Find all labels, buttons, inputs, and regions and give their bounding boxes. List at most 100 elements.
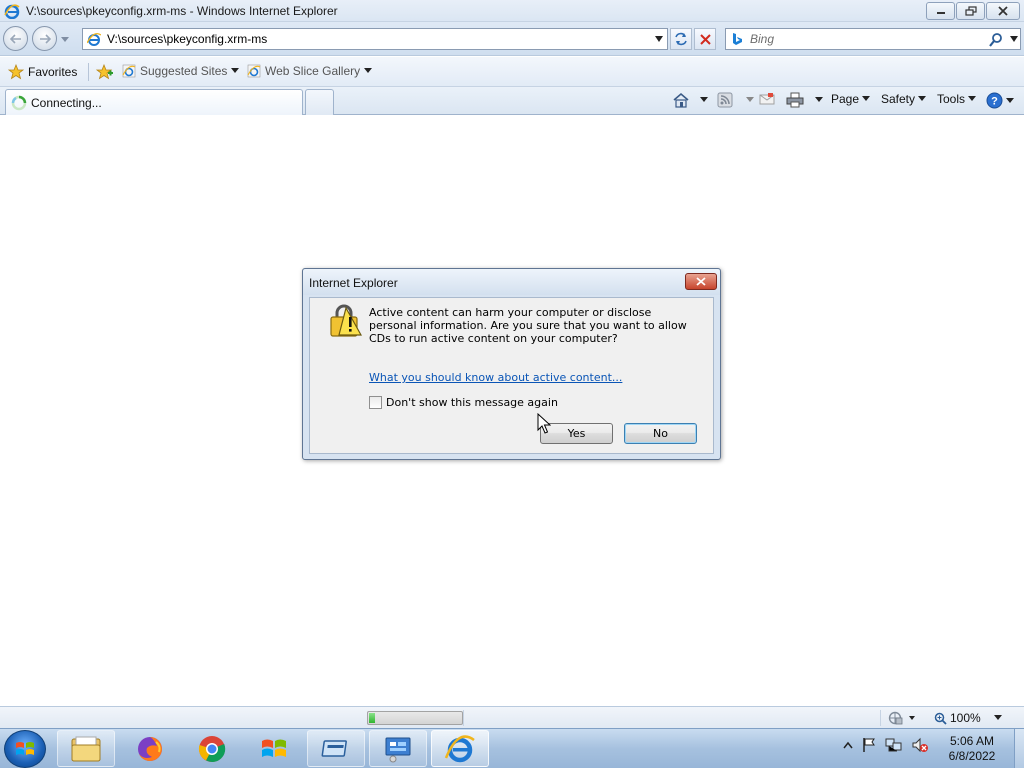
security-warning-lock-icon [330, 304, 362, 337]
windows-logo-icon [16, 742, 34, 755]
action-center-flag-icon[interactable] [861, 737, 877, 753]
chevron-down-icon [968, 96, 977, 101]
stop-icon [699, 33, 711, 45]
page-menu-label: Page [831, 92, 860, 106]
taskbar-chrome[interactable] [183, 730, 241, 767]
taskbar-firefox[interactable] [121, 730, 179, 767]
internet-explorer-page-icon [87, 32, 101, 46]
chevron-down-icon [746, 97, 754, 102]
favorites-button[interactable]: Favorites [8, 64, 77, 80]
checkbox-label: Don't show this message again [386, 396, 558, 409]
checkbox-box[interactable] [369, 396, 382, 409]
network-icon[interactable] [885, 737, 903, 753]
clock-time: 5:06 AM [949, 734, 995, 748]
address-dropdown-icon[interactable] [654, 35, 664, 43]
safety-menu[interactable]: Safety [881, 92, 927, 106]
chevron-down-icon [993, 715, 1002, 720]
search-box[interactable] [725, 28, 1021, 50]
chevron-down-icon [1006, 97, 1014, 103]
tools-menu[interactable]: Tools [937, 92, 977, 106]
help-menu[interactable]: ? [986, 92, 1014, 109]
minimize-button[interactable] [926, 2, 955, 20]
home-button[interactable] [672, 92, 708, 108]
search-input[interactable] [750, 31, 980, 47]
system-clock[interactable]: 5:06 AM 6/8/2022 [940, 734, 1004, 764]
firefox-icon [138, 736, 162, 761]
add-to-favorites-bar-icon[interactable] [96, 64, 114, 80]
home-icon [673, 92, 689, 108]
chevron-down-icon [862, 96, 871, 101]
start-button[interactable] [4, 730, 46, 768]
mouse-pointer-icon [537, 413, 551, 434]
print-button[interactable] [786, 92, 823, 108]
feeds-button[interactable] [717, 92, 754, 108]
show-desktop-button[interactable] [1014, 729, 1024, 768]
chevron-down-icon [700, 97, 708, 102]
suggested-sites-link[interactable]: Suggested Sites [122, 64, 240, 78]
clock-date: 6/8/2022 [948, 749, 996, 763]
chevron-down-icon [918, 96, 927, 101]
address-url[interactable]: V:\sources\pkeyconfig.xrm-ms [107, 32, 267, 46]
dialog-close-button[interactable] [685, 273, 717, 290]
new-tab-button[interactable] [305, 89, 334, 115]
stop-button[interactable] [694, 28, 716, 50]
forward-button[interactable] [32, 26, 57, 51]
internet-explorer-page-icon [122, 64, 136, 78]
progress-fill [369, 713, 375, 723]
tab-title: Connecting... [31, 96, 102, 110]
safety-menu-label: Safety [881, 92, 916, 106]
window-title: V:\sources\pkeyconfig.xrm-ms - Windows I… [26, 4, 338, 18]
chevron-down-icon [364, 68, 373, 73]
close-icon [998, 6, 1008, 16]
rss-feed-icon [717, 92, 733, 108]
taskbar-control-panel[interactable] [369, 730, 427, 767]
zoom-level: 100% [950, 711, 981, 725]
no-button[interactable]: No [624, 423, 697, 444]
internet-explorer-icon [444, 734, 475, 762]
taskbar-window-switcher[interactable] [307, 730, 365, 767]
restore-button[interactable] [956, 2, 985, 20]
back-button[interactable] [3, 26, 28, 51]
zoom-magnifier-icon [934, 712, 947, 725]
status-bar: 100% [0, 706, 1024, 728]
help-icon: ? [986, 92, 1003, 109]
show-hidden-icons-icon[interactable] [843, 741, 853, 749]
active-content-help-link[interactable]: What you should know about active conten… [369, 371, 622, 384]
status-segment [463, 710, 863, 726]
navigation-bar: V:\sources\pkeyconfig.xrm-ms [0, 22, 1024, 56]
back-arrow-icon [9, 33, 21, 44]
read-mail-button[interactable] [759, 92, 775, 106]
close-window-button[interactable] [986, 2, 1020, 20]
forward-arrow-icon [39, 33, 51, 44]
taskbar-windows-app[interactable] [245, 730, 303, 767]
favorites-separator [88, 63, 89, 81]
window-titlebar: V:\sources\pkeyconfig.xrm-ms - Windows I… [0, 0, 1024, 22]
zoom-level-button[interactable]: 100% [934, 711, 1002, 725]
active-content-dialog: Internet Explorer Active content can har… [302, 268, 721, 460]
favorites-star-icon [8, 64, 24, 80]
suggested-sites-label: Suggested Sites [140, 64, 228, 78]
taskbar-internet-explorer[interactable] [431, 730, 489, 767]
dialog-titlebar: Internet Explorer [303, 269, 720, 295]
recent-pages-dropdown[interactable] [60, 34, 70, 44]
web-slice-gallery-link[interactable]: Web Slice Gallery [247, 64, 373, 78]
dialog-message: Active content can harm your computer or… [369, 306, 687, 345]
protected-mode-icon[interactable] [887, 710, 917, 726]
page-menu[interactable]: Page [831, 92, 871, 106]
internet-explorer-icon [4, 4, 20, 19]
internet-explorer-page-icon [247, 64, 261, 78]
favorites-bar: Favorites Suggested Sites Web Slice Gall… [0, 57, 1024, 87]
tab-active[interactable]: Connecting... [5, 89, 303, 115]
volume-muted-icon[interactable] [911, 737, 929, 753]
search-icon[interactable] [988, 32, 1004, 48]
web-slice-gallery-label: Web Slice Gallery [265, 64, 361, 78]
taskbar-windows-explorer[interactable] [57, 730, 115, 767]
notification-area [843, 737, 929, 753]
dont-show-again-checkbox[interactable]: Don't show this message again [369, 396, 558, 409]
chevron-down-icon [61, 36, 69, 42]
address-bar[interactable]: V:\sources\pkeyconfig.xrm-ms [82, 28, 668, 50]
compatibility-refresh-button[interactable] [670, 28, 692, 50]
chrome-icon [198, 735, 226, 762]
page-load-progress-bar [367, 711, 463, 725]
search-options-dropdown-icon[interactable] [1009, 35, 1019, 43]
